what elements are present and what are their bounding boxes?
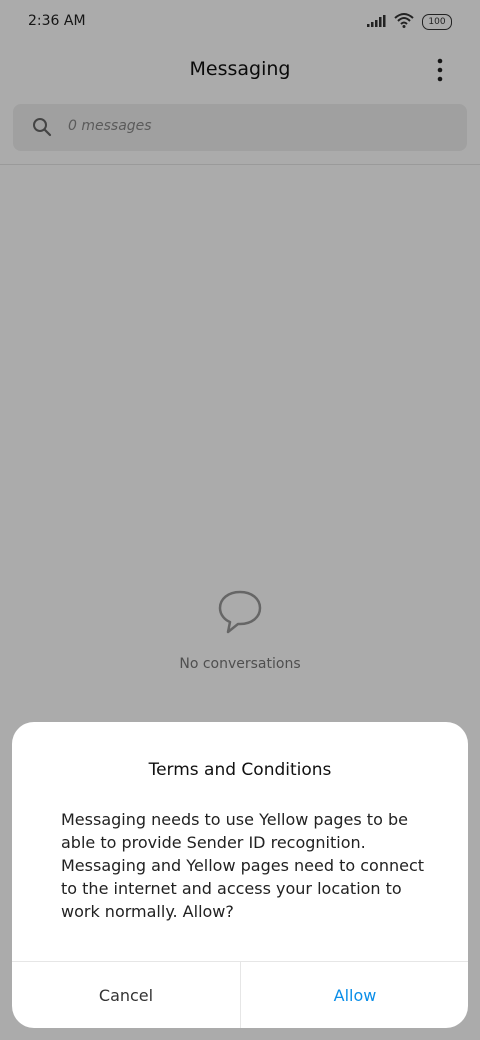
dialog-message: Messaging needs to use Yellow pages to b… (61, 810, 425, 921)
cancel-button[interactable]: Cancel (12, 962, 240, 1028)
terms-dialog: Terms and Conditions Messaging needs to … (12, 722, 468, 1028)
allow-button[interactable]: Allow (241, 962, 468, 1028)
dialog-title: Terms and Conditions (148, 760, 332, 780)
